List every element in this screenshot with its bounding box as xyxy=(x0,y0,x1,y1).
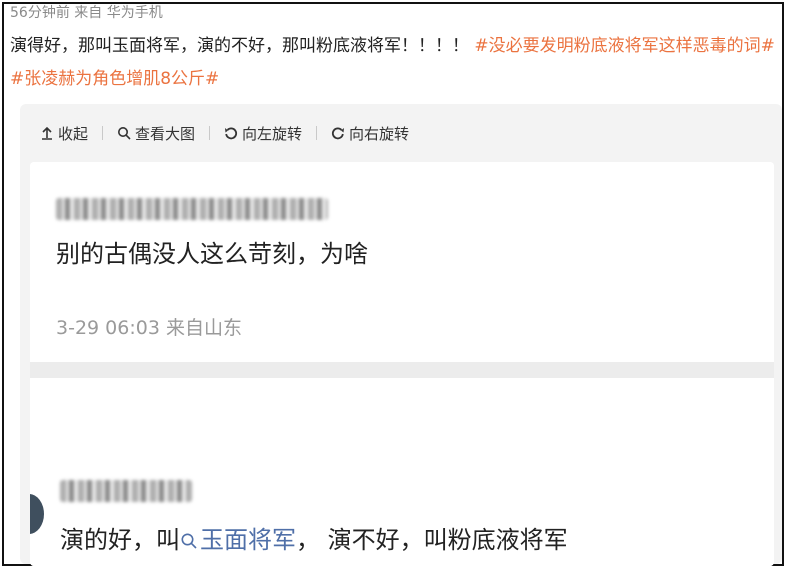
toolbar-divider xyxy=(316,126,318,140)
hashtag-link[interactable]: #没必要发明粉底液将军这样恶毒的词# xyxy=(474,36,775,56)
rotate-left-button[interactable]: 向左旋转 xyxy=(224,123,302,144)
comment-card: 别的古偶没人这么苛刻，为啥 3-29 06:03 来自山东 xyxy=(30,162,774,362)
post-meta: 56分钟前 来自 华为手机 xyxy=(10,5,163,21)
blurred-username xyxy=(56,198,328,220)
collapse-icon xyxy=(42,126,52,140)
post-body: 演得好，那叫玉面将军，演的不好，那叫粉底液将军！！！！ xyxy=(10,36,469,56)
rotate-left-icon xyxy=(225,127,238,140)
comment-time: 3-29 06:03 来自山东 xyxy=(56,317,242,339)
comment-card: 演的好，叫 玉面将军， 演不好，叫粉底液将军 xyxy=(30,378,774,566)
post-text: 演得好，那叫玉面将军，演的不好，那叫粉底液将军！！！！ #没必要发明粉底液将军这… xyxy=(10,30,780,96)
collapse-button[interactable]: 收起 xyxy=(40,123,88,144)
image-toolbar: 收起 查看大图 向左旋转 向右旋转 xyxy=(40,118,409,148)
topic-link-label: 玉面将军 xyxy=(200,526,296,554)
toolbar-divider xyxy=(102,126,104,140)
rotate-right-label: 向右旋转 xyxy=(349,124,410,143)
toolbar-divider xyxy=(209,126,211,140)
rotate-right-icon xyxy=(332,127,345,140)
topic-link: 玉面将军 xyxy=(180,526,296,554)
view-large-button[interactable]: 查看大图 xyxy=(117,123,195,144)
rotate-left-label: 向左旋转 xyxy=(242,124,303,143)
blurred-username xyxy=(60,480,192,502)
search-icon xyxy=(181,533,197,549)
comment-text: 别的古偶没人这么苛刻，为啥 xyxy=(56,240,368,268)
comment-text-suffix: ， 演不好，叫粉底液将军 xyxy=(296,526,568,554)
enlarged-image[interactable]: 别的古偶没人这么苛刻，为啥 3-29 06:03 来自山东 演的好，叫 玉面将军，… xyxy=(30,162,774,566)
comment-divider xyxy=(30,362,774,378)
hashtag-link[interactable]: #张凌赫为角色增肌8公斤# xyxy=(10,69,219,89)
comment-text: 演的好，叫 玉面将军， 演不好，叫粉底液将军 xyxy=(60,520,568,555)
avatar xyxy=(30,494,44,534)
comment-text-prefix: 演的好，叫 xyxy=(60,526,180,554)
collapse-label: 收起 xyxy=(58,124,89,143)
search-icon xyxy=(118,127,131,140)
rotate-right-button[interactable]: 向右旋转 xyxy=(331,123,409,144)
view-large-label: 查看大图 xyxy=(135,124,196,143)
